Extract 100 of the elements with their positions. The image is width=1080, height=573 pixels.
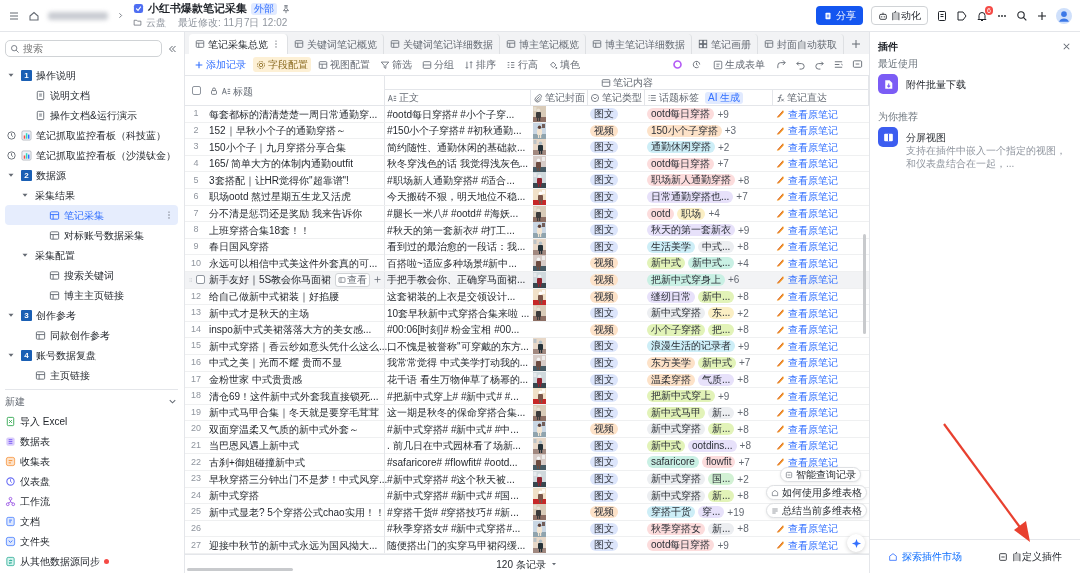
table-row[interactable]: 20 双面穿温柔又气质的新中式外套～ #新中式穿搭# #新中式# #中... 视频 新中式穿搭 新... +8 查看原笔记	[185, 421, 869, 438]
table-row[interactable]: 14 inspo新中式美裙落落大方的美女感... #00:06[时刻]# 粉金宝相 #00... 视频 小个子穿搭 把... +8 查看原笔记	[185, 321, 869, 339]
column-header[interactable]: 正文	[385, 90, 531, 105]
note-link[interactable]: 查看原笔记	[788, 439, 838, 453]
home-icon[interactable]	[28, 9, 40, 22]
note-link[interactable]: 查看原笔记	[788, 290, 838, 304]
sidebar-item[interactable]: 笔记采集	[5, 205, 178, 225]
table-row[interactable]: 19 新中式马甲合集｜冬天就是要穿毛茸茸 这一期是秋冬的保命穿搭合集... 图文 新中式马甲 新... +8 查看原笔记	[185, 404, 869, 422]
note-link[interactable]: 查看原笔记	[788, 273, 838, 287]
table-row[interactable]: 4 165/ 简单大方的体制内通勤outfit 秋冬穿浅色的话 我觉得浅灰色... 图文 ootd每日穿搭 +7 查看原笔记	[185, 155, 869, 173]
create-item[interactable]: 文件夹	[5, 531, 178, 551]
search-icon[interactable]	[1016, 9, 1028, 22]
table-row[interactable]: 1 每套都标的清清楚楚一周日常通勤穿... #ootd每日穿搭# #小个子穿... 图文 ootd每日穿搭 +9 查看原笔记	[185, 106, 869, 123]
column-header[interactable]: 笔记直达	[773, 90, 869, 105]
explore-link[interactable]: 探索插件市场	[888, 550, 962, 563]
note-link[interactable]: 查看原笔记	[788, 389, 838, 403]
row-checkbox[interactable]	[195, 275, 205, 285]
undo-icon[interactable]	[795, 59, 806, 70]
sidebar-item[interactable]: 搜索关键词	[5, 265, 178, 285]
table-row[interactable]: 26 #秋季穿搭女# #新中式穿搭#... 图文 秋季穿搭女 新... +8 查看原笔记	[185, 520, 869, 538]
create-item[interactable]: 数据表	[5, 431, 178, 451]
note-link[interactable]: 查看原笔记	[788, 223, 838, 237]
toolbar-button[interactable]: 添加记录	[191, 57, 249, 72]
sidebar-item[interactable]: 笔记抓取监控看板（沙漠钛金）	[5, 145, 178, 165]
toolbar-button[interactable]: 填色	[545, 57, 583, 72]
add-icon[interactable]	[373, 275, 382, 285]
note-link[interactable]: 查看原笔记	[788, 240, 838, 254]
view-tab[interactable]: 笔记采集总览	[189, 34, 288, 54]
sidebar-item[interactable]: 采集结果	[5, 185, 178, 205]
sidebar-item[interactable]: 同款创作参考	[5, 325, 178, 345]
sidebar-item[interactable]: 博主主页链接	[5, 285, 178, 305]
share-button[interactable]: 分享	[816, 6, 863, 25]
sidebar-item[interactable]: 笔记抓取监控看板（科技蓝）	[5, 125, 178, 145]
note-link[interactable]: 查看原笔记	[788, 190, 838, 204]
create-item[interactable]: 收集表	[5, 451, 178, 471]
note-link[interactable]: 查看原笔记	[788, 538, 838, 552]
table-row[interactable]: 5 3套搭配｜让HR觉得你"超靠谱"! #职场新人通勤穿搭# #适合... 图文 职场新人通勤穿搭 +8 查看原笔记	[185, 172, 869, 189]
row-settings-icon[interactable]	[833, 59, 844, 70]
view-tab[interactable]: 笔记画册	[692, 34, 758, 54]
table-row[interactable]: 10 永远可以相信中式美这件外套真的可... 百搭啦~适应多种场景#新中... 视频 新中式 新中式... +4 查看原笔记	[185, 255, 869, 272]
note-link[interactable]: 查看原笔记	[788, 522, 838, 536]
view-tab[interactable]: 关键词笔记详细数据	[384, 34, 500, 54]
view-tab[interactable]: 博主笔记详细数据	[586, 34, 692, 54]
table-row[interactable]: 8 上班穿搭合集18套！！ #秋天的第一套新衣# #打工... 图文 秋天的第一套新衣 +9 查看原笔记	[185, 222, 869, 239]
suggestion-chip[interactable]: 智能查询记录	[780, 467, 861, 482]
select-all-checkbox[interactable]	[191, 86, 201, 95]
document-icon[interactable]	[936, 9, 948, 22]
table-row[interactable]: 6 职场ootd 熬过星期五生龙又活虎 今天搬砖不狠，明天地位不稳... 图文 日常通勤穿搭也... +7 查看原笔记	[185, 188, 869, 206]
view-tab[interactable]: 博主笔记概览	[500, 34, 586, 54]
note-link[interactable]: 查看原笔记	[788, 124, 838, 138]
table-row[interactable]: 2 152｜早秋小个子的通勤穿搭～ #150小个子穿搭# #初秋通勤... 视频 150小个子穿搭 +3 查看原笔记	[185, 122, 869, 140]
note-link[interactable]: 查看原笔记	[788, 157, 838, 171]
assistant-icon[interactable]	[672, 59, 683, 70]
column-header[interactable]: 话题标签 AI 生成	[645, 90, 773, 105]
table-row[interactable]: 21 当巴恩风遇上新中式 . 前几日在中式园林看了场新... 图文 新中式 ootdins... +8 查看原笔记	[185, 437, 869, 455]
toolbar-button[interactable]: 视图配置	[315, 57, 373, 72]
toolbar-button[interactable]: 字段配置	[253, 57, 311, 72]
note-link[interactable]: 查看原笔记	[788, 140, 838, 154]
table-row[interactable]: 17 金粉世家 中式贵贵感 花千语 看生万物伸草了杨幂的... 图文 温柔穿搭 气质... +8 查看原笔记	[185, 371, 869, 389]
suggestion-chip[interactable]: 如何使用多维表格	[766, 485, 867, 500]
note-link[interactable]: 查看原笔记	[788, 323, 838, 336]
column-header[interactable]: 笔记封面	[531, 90, 588, 105]
toolbar-button[interactable]: 筛选	[377, 57, 415, 72]
view-tab[interactable]: 封面自动获取	[758, 34, 844, 54]
sidebar-item[interactable]: 采集配置	[5, 245, 178, 265]
sidebar-item[interactable]: 2 数据源	[5, 165, 178, 185]
view-record-button[interactable]: 查看	[335, 272, 370, 287]
plugin-item[interactable]: 附件批量下载	[878, 74, 1072, 94]
generate-form-button[interactable]: 生成表单	[710, 57, 768, 72]
history-icon[interactable]	[691, 59, 702, 70]
note-link[interactable]: 查看原笔记	[788, 455, 838, 469]
avatar-icon[interactable]	[1056, 7, 1072, 24]
table-row[interactable]: 15 新中式穿搭｜香云纱如意头凭什么这么...口不愧是被誉称"可穿戴的东方... 图文 浪漫生活的记录者 +9 查看原笔记	[185, 338, 869, 355]
note-link[interactable]: 查看原笔记	[788, 107, 838, 121]
table-row[interactable]: 13 新中式才是秋天的主场 10套早秋新中式穿搭合集来啦 ... 图文 新中式穿搭 东... +2 查看原笔记	[185, 305, 869, 322]
table-row[interactable]: 16 中式之美｜光而不耀 贵而不显 我常常觉得 中式美学打动我的... 图文 东方美学 新中式 +7 查看原笔记	[185, 354, 869, 372]
create-item[interactable]: 文档	[5, 511, 178, 531]
column-header[interactable]: 笔记类型	[588, 90, 645, 105]
scrollbar[interactable]	[863, 234, 866, 334]
tag-icon[interactable]	[956, 9, 968, 22]
note-link[interactable]: 查看原笔记	[788, 422, 838, 436]
note-link[interactable]: 查看原笔记	[788, 173, 838, 187]
scrollbar[interactable]	[187, 568, 293, 571]
pin-icon[interactable]	[281, 4, 291, 14]
search-field[interactable]: 搜索	[5, 40, 162, 57]
add-tab-icon[interactable]	[850, 38, 862, 50]
note-link[interactable]: 查看原笔记	[788, 339, 838, 353]
create-item[interactable]: 从其他数据源同步	[5, 551, 178, 571]
share-icon[interactable]	[776, 59, 787, 70]
create-item[interactable]: 工作流	[5, 491, 178, 511]
note-link[interactable]: 查看原笔记	[788, 306, 838, 320]
sidebar-item[interactable]: 说明文档	[5, 85, 178, 105]
table-row[interactable]: 9 春日国风穿搭 看到过的最治愈的一段话：我... 图文 生活美学 中式... +8 查看原笔记	[185, 238, 869, 256]
assistant-button[interactable]	[847, 534, 865, 552]
plugin-item[interactable]: 分屏视图 支持在插件中嵌入一个指定的视图，和仪表盘结合在一起，...	[878, 127, 1072, 170]
notification-icon[interactable]	[976, 9, 988, 22]
note-link[interactable]: 查看原笔记	[788, 356, 838, 370]
toolbar-button[interactable]: 分组	[419, 57, 457, 72]
close-icon[interactable]	[1061, 41, 1072, 52]
view-tab[interactable]: 关键词笔记概览	[288, 34, 384, 54]
